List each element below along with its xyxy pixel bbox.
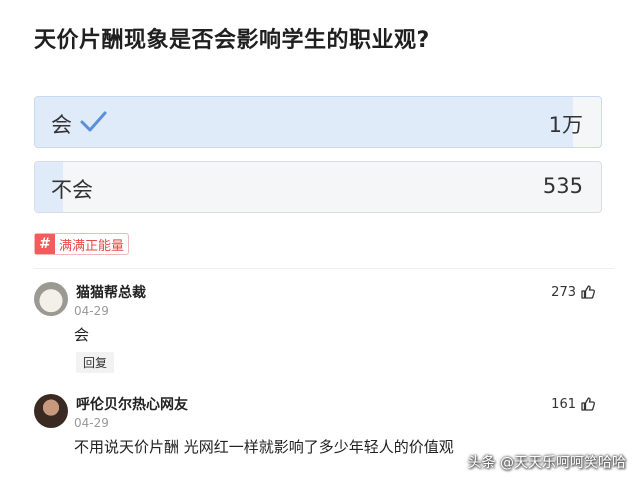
poll-option-yes[interactable]: 会 1万 <box>34 96 602 148</box>
poll-option-no[interactable]: 不会 535 <box>34 161 602 213</box>
comment-text: 会 <box>74 326 90 344</box>
topic-tag[interactable]: # 满满正能量 <box>34 233 130 255</box>
like-count: 273 <box>551 284 576 300</box>
thumbs-up-icon <box>581 285 596 299</box>
poll-option-label: 会 <box>51 113 72 137</box>
watermark: 头条 @天天乐呵呵笑哈哈 <box>467 455 626 471</box>
poll-question: 天价片酬现象是否会影响学生的职业观? <box>34 28 430 53</box>
comment-username[interactable]: 猫猫帮总裁 <box>76 282 146 302</box>
thumbs-up-icon <box>581 397 596 411</box>
like-button[interactable]: 273 <box>551 284 596 300</box>
like-count: 161 <box>551 396 576 412</box>
reply-button[interactable]: 回复 <box>76 352 115 373</box>
comment-date: 04-29 <box>74 416 109 430</box>
comment-date: 04-29 <box>74 304 109 318</box>
hash-icon: # <box>35 234 55 254</box>
check-icon <box>80 111 107 132</box>
poll-option-yes-bar <box>35 97 573 147</box>
comment-username[interactable]: 呼伦贝尔热心网友 <box>76 394 188 414</box>
poll-page: 天价片酬现象是否会影响学生的职业观? 会 1万 不会 535 # 满满正能量 猫… <box>0 0 640 483</box>
comment-text: 不用说天价片酬 光网红一样就影响了多少年轻人的价值观 <box>74 438 454 456</box>
like-button[interactable]: 161 <box>551 396 596 412</box>
comment-item: 猫猫帮总裁 04-29 会 回复 273 <box>34 280 604 380</box>
poll-option-label: 不会 <box>51 178 93 202</box>
avatar[interactable] <box>34 394 68 428</box>
poll-option-count: 1万 <box>548 113 583 137</box>
divider <box>34 268 614 269</box>
poll-option-count: 535 <box>542 174 583 198</box>
topic-label: 满满正能量 <box>59 238 125 254</box>
avatar[interactable] <box>34 282 68 316</box>
